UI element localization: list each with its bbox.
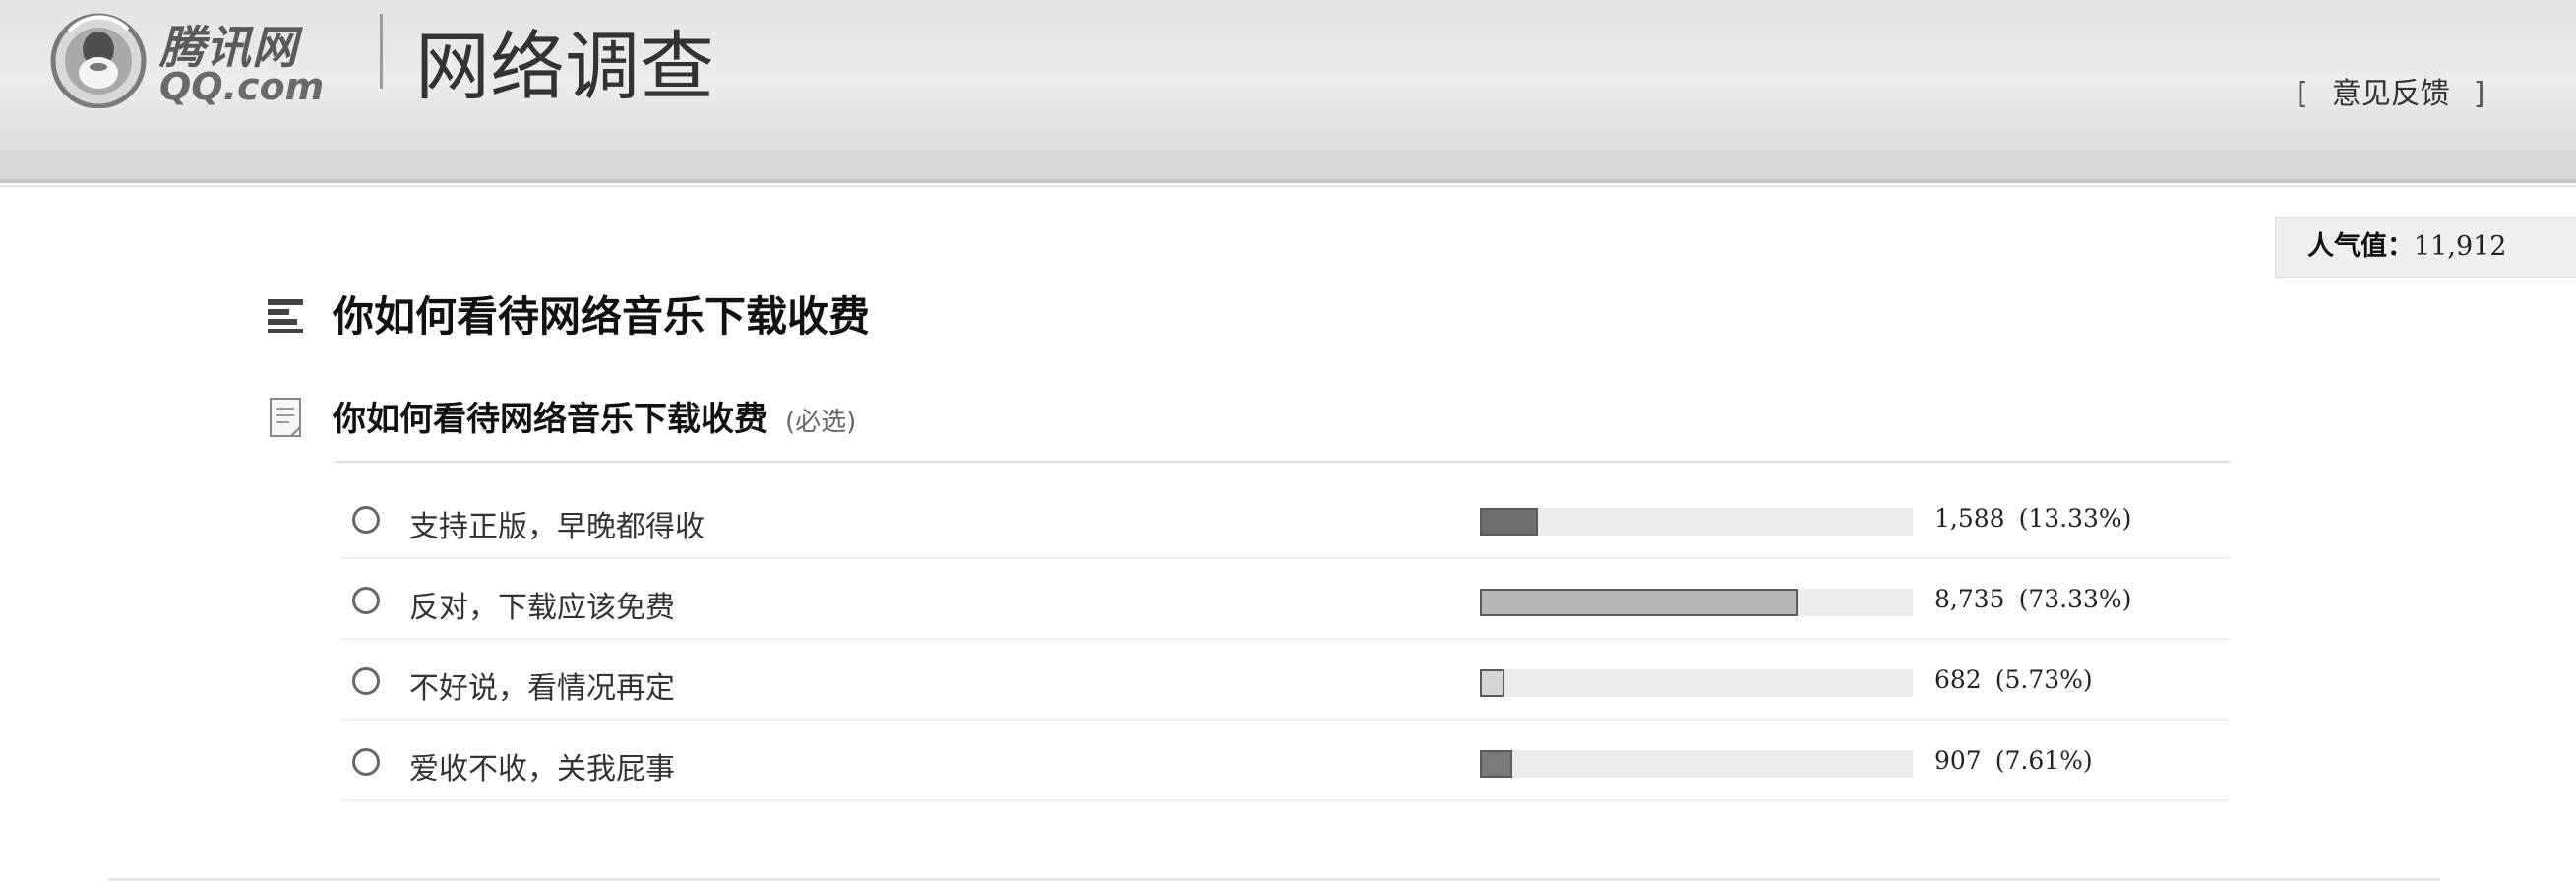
option-result: 907 (7.61%) [1934, 746, 2093, 775]
document-icon [270, 398, 301, 437]
option-label: 不好说，看情况再定 [409, 671, 675, 706]
option-percent: (5.73%) [1994, 665, 2093, 694]
list-icon [268, 297, 303, 333]
header-underline [0, 185, 2576, 187]
footer-divider [108, 878, 2440, 881]
option-percent: (13.33%) [2018, 504, 2132, 533]
page-heading: 网络调查 [415, 23, 714, 110]
option-row[interactable]: 不好说，看情况再定 682 (5.73%) [340, 638, 2230, 721]
question-divider [335, 461, 2230, 463]
result-bar-fill [1480, 508, 1538, 536]
logo-domain: QQ.com [159, 65, 325, 108]
option-row[interactable]: 反对，下载应该免费 8,735 (73.33%) [340, 557, 2230, 640]
option-result: 682 (5.73%) [1934, 665, 2093, 694]
result-bar-track [1480, 589, 1913, 616]
qq-penguin-logo-icon [50, 13, 147, 108]
feedback-bracket-close: ] [2473, 77, 2485, 111]
feedback-bracket-open: [ [2297, 77, 2308, 111]
header-divider [380, 14, 383, 89]
site-header: 腾讯网 QQ.com 网络调查 [ 意见反馈] [0, 0, 2576, 183]
option-label: 反对，下载应该免费 [409, 591, 675, 625]
question-text: 你如何看待网络音乐下载收费 (必选) [333, 392, 856, 440]
option-count: 682 [1934, 665, 1982, 694]
option-result: 1,588 (13.33%) [1934, 504, 2131, 533]
result-bar-track [1480, 508, 1913, 536]
option-count: 8,735 [1934, 585, 2005, 613]
popularity-label: 人气值： [2307, 231, 2414, 262]
result-bar-track [1480, 750, 1913, 778]
radio-button[interactable] [352, 667, 380, 695]
required-note: (必选) [785, 408, 857, 437]
feedback-link[interactable]: 意见反馈 [2332, 77, 2450, 111]
option-row[interactable]: 爱收不收，关我屁事 907 (7.61%) [340, 719, 2230, 801]
option-count: 907 [1934, 746, 1982, 775]
result-bar-track [1480, 669, 1913, 697]
option-percent: (7.61%) [1994, 746, 2093, 775]
option-label: 支持正版，早晚都得收 [409, 510, 705, 544]
result-bar-fill [1480, 669, 1505, 697]
result-bar-fill [1480, 750, 1513, 778]
radio-button[interactable] [352, 506, 380, 534]
radio-button[interactable] [352, 587, 380, 614]
result-bar-fill [1480, 589, 1798, 616]
option-count: 1,588 [1934, 504, 2005, 533]
option-label: 爱收不收，关我屁事 [409, 752, 675, 787]
option-row[interactable]: 支持正版，早晚都得收 1,588 (13.33%) [340, 476, 2230, 559]
feedback-area: [ 意见反馈] [2297, 69, 2484, 112]
option-result: 8,735 (73.33%) [1934, 585, 2131, 613]
question-label: 你如何看待网络音乐下载收费 [333, 400, 767, 439]
qq-logo[interactable]: 腾讯网 QQ.com [49, 10, 354, 108]
radio-button[interactable] [352, 748, 380, 776]
option-percent: (73.33%) [2018, 585, 2132, 613]
popularity-box: 人气值：11,912 [2275, 217, 2576, 278]
popularity-value: 11,912 [2414, 231, 2507, 262]
survey-title: 你如何看待网络音乐下载收费 [333, 292, 871, 341]
